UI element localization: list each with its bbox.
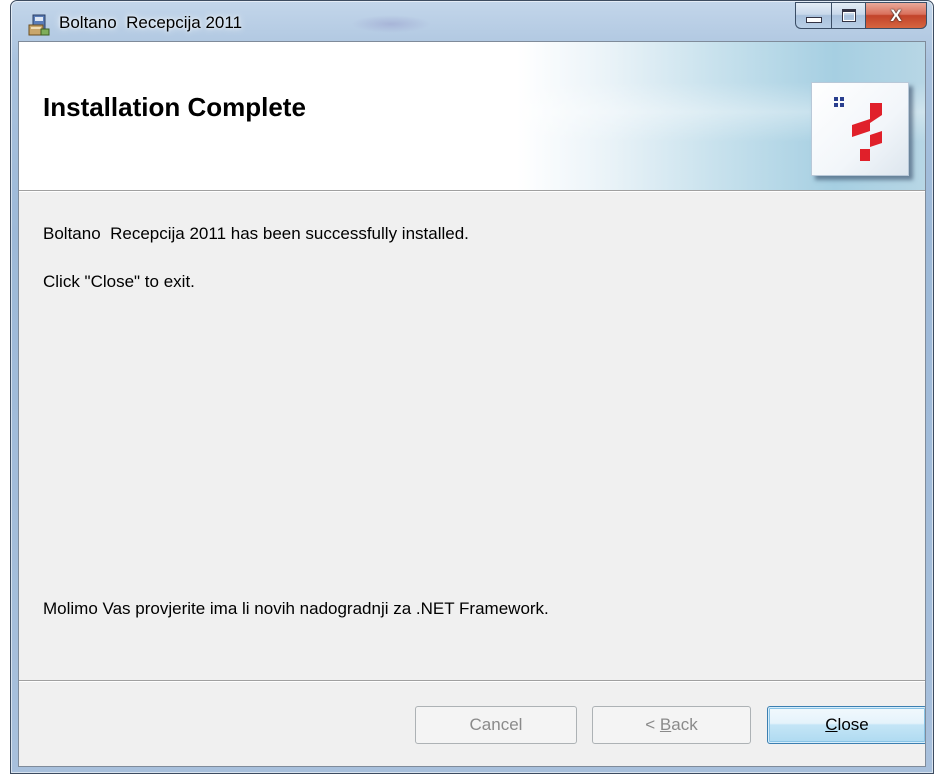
minimize-button[interactable] (795, 2, 831, 29)
close-window-button[interactable]: X (865, 2, 927, 29)
framework-update-note: Molimo Vas provjerite ima li novih nadog… (43, 599, 549, 618)
boltano-logo (811, 82, 909, 176)
page-title: Installation Complete (43, 92, 306, 122)
back-button-label: < Back (645, 715, 698, 734)
window-title: Boltano Recepcija 2011 (59, 13, 243, 32)
minimize-icon (805, 16, 822, 23)
installer-window: Boltano Recepcija 2011 X Installation Co… (10, 0, 934, 774)
boltano-logo-icon (834, 97, 882, 161)
maximize-icon (841, 9, 856, 22)
header-banner: Installation Complete (19, 42, 925, 190)
back-button[interactable]: < Back (592, 706, 751, 744)
title-bar-glint (351, 15, 431, 33)
close-button-label: Close (825, 715, 869, 734)
footer-divider-highlight (19, 681, 925, 682)
maximize-button[interactable] (831, 2, 865, 29)
success-message: Boltano Recepcija 2011 has been successf… (43, 224, 469, 243)
caption-buttons: X (795, 2, 927, 32)
banner-divider-highlight (19, 191, 925, 192)
installer-package-icon (28, 14, 50, 36)
cancel-button-label: Cancel (469, 715, 523, 734)
dialog-client-area: Installation Complete Boltano Recepcija … (18, 41, 926, 767)
cancel-button[interactable]: Cancel (415, 706, 577, 744)
title-bar[interactable]: Boltano Recepcija 2011 X (11, 1, 933, 41)
close-icon: X (890, 5, 902, 25)
close-button[interactable]: Close (767, 706, 925, 744)
close-instruction: Click "Close" to exit. (43, 272, 195, 291)
